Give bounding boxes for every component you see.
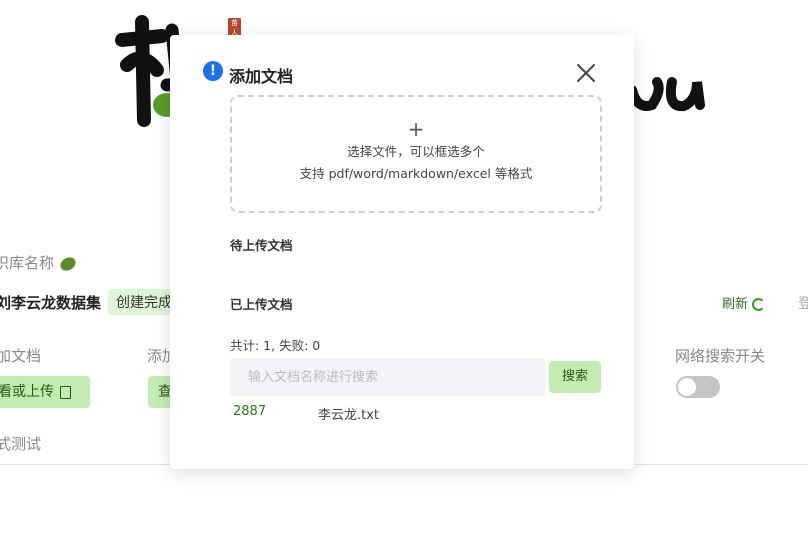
add-document-modal: ! 添加文档 + 选择文件，可以框选多个 支持 pdf/word/markdow… — [170, 35, 634, 469]
file-dropzone[interactable]: + 选择文件，可以框选多个 支持 pdf/word/markdown/excel… — [230, 95, 602, 213]
dataset-name: 刘李云龙数据集 — [0, 294, 102, 312]
modal-title: 添加文档 — [229, 67, 294, 86]
view-or-upload-button[interactable]: 看或上传 — [0, 376, 90, 408]
file-icon — [60, 385, 71, 399]
doc-search-input[interactable] — [230, 358, 545, 396]
bean-icon — [58, 254, 78, 273]
add-doc-label: 加文档 — [0, 347, 42, 365]
close-icon[interactable] — [575, 62, 597, 84]
login-link[interactable]: 登 — [798, 293, 808, 313]
info-icon: ! — [203, 61, 223, 81]
dropzone-formats: 支持 pdf/word/markdown/excel 等格式 — [299, 166, 533, 181]
doc-name: 李云龙.txt — [318, 408, 380, 423]
refresh-icon — [752, 298, 766, 311]
web-search-toggle[interactable] — [676, 376, 720, 398]
kb-name-label: 识库名称 — [0, 252, 78, 273]
web-search-switch-label: 网络搜索开关 — [675, 347, 766, 365]
doc-id: 2887 — [233, 404, 267, 419]
search-button[interactable]: 搜索 — [549, 361, 601, 393]
list-item[interactable]: 2887 李云龙.txt — [233, 404, 379, 423]
dropzone-hint: 选择文件，可以框选多个 — [347, 144, 485, 159]
pending-section-title: 待上传文档 — [230, 238, 293, 253]
plus-icon: + — [407, 117, 425, 141]
uploaded-section-title: 已上传文档 — [230, 297, 293, 312]
test-label: 式测试 — [0, 435, 42, 453]
refresh-button[interactable]: 刷新 — [722, 293, 766, 312]
upload-stats: 共计: 1, 失败: 0 — [230, 338, 321, 353]
